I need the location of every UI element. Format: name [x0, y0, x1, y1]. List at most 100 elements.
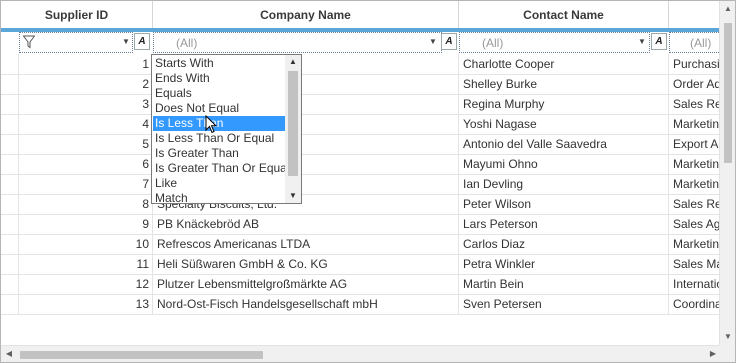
table-row[interactable]: 9PB Knäckebröd ABLars PetersonSales Agen…	[1, 214, 725, 235]
dropdown-option[interactable]: Does Not Equal	[153, 101, 285, 116]
chevron-up-icon[interactable]: ▲	[285, 55, 301, 69]
table-row[interactable]: 4 Yoshi NagaseMarketing Manager	[1, 114, 725, 135]
row-indicator[interactable]	[1, 254, 19, 274]
chevron-down-icon[interactable]: ▼	[121, 34, 131, 49]
company-name-cell[interactable]: Refrescos Americanas LTDA	[153, 234, 459, 254]
chevron-down-icon[interactable]: ▼	[637, 34, 647, 49]
row-indicator[interactable]	[1, 234, 19, 254]
table-row[interactable]: 5Cabras'Antonio del Valle SaavedraExport…	[1, 134, 725, 155]
contact-name-cell[interactable]: Carlos Diaz	[459, 234, 669, 254]
table-row[interactable]: 7 Ian DevlingMarketing Manager	[1, 174, 725, 195]
supplier-id-cell[interactable]: 8	[19, 194, 153, 214]
row-indicator[interactable]	[1, 214, 19, 234]
scroll-down-icon[interactable]: ▼	[720, 329, 735, 345]
supplier-id-cell[interactable]: 5	[19, 134, 153, 154]
header-supplier-id[interactable]: Supplier ID	[1, 1, 153, 29]
dropdown-option[interactable]: Starts With	[153, 56, 285, 71]
filter-operator-icon[interactable]: A	[134, 33, 150, 50]
supplier-id-cell[interactable]: 7	[19, 174, 153, 194]
supplier-id-cell[interactable]: 10	[19, 234, 153, 254]
dropdown-option[interactable]: Is Less Than	[153, 116, 285, 131]
dropdown-option[interactable]: Like	[153, 176, 285, 191]
company-name-cell[interactable]: Plutzer Lebensmittelgroßmärkte AG	[153, 274, 459, 294]
contact-title-cell[interactable]: Sales Representative	[669, 194, 725, 214]
contact-name-cell[interactable]: Shelley Burke	[459, 74, 669, 94]
contact-name-cell[interactable]: Yoshi Nagase	[459, 114, 669, 134]
supplier-id-cell[interactable]: 13	[19, 294, 153, 314]
table-row[interactable]: 6 Mayumi OhnoMarketing Representative	[1, 154, 725, 175]
table-row[interactable]: 13 Nord-Ost-Fisch Handelsgesellschaft mbH…	[1, 294, 725, 315]
contact-title-cell[interactable]: Export Administrator	[669, 134, 725, 154]
contact-name-filter-input[interactable]: (All)	[459, 32, 650, 53]
filter-operator-icon[interactable]: A	[441, 33, 457, 50]
supplier-id-cell[interactable]: 11	[19, 254, 153, 274]
contact-title-cell[interactable]: International Marketing Mgr.	[669, 274, 725, 294]
dropdown-option[interactable]: Is Greater Than Or Equal	[153, 161, 290, 176]
row-indicator[interactable]	[1, 154, 19, 174]
contact-name-cell[interactable]: Mayumi Ohno	[459, 154, 669, 174]
vertical-scroll-thumb[interactable]	[724, 23, 732, 163]
row-indicator[interactable]	[1, 294, 19, 314]
company-name-cell[interactable]: Nord-Ost-Fisch Handelsgesellschaft mbH	[153, 294, 459, 314]
vertical-scrollbar[interactable]: ▲ ▼	[719, 1, 735, 345]
row-indicator[interactable]	[1, 194, 19, 214]
supplier-id-cell[interactable]: 9	[19, 214, 153, 234]
contact-title-cell[interactable]: Marketing Manager	[669, 174, 725, 194]
horizontal-scroll-thumb[interactable]	[20, 351, 263, 359]
contact-name-cell[interactable]: Petra Winkler	[459, 254, 669, 274]
contact-name-cell[interactable]: Lars Peterson	[459, 214, 669, 234]
contact-title-cell[interactable]: Sales Manager	[669, 254, 725, 274]
contact-name-cell[interactable]: Charlotte Cooper	[459, 54, 669, 74]
contact-title-filter-input[interactable]: (All)	[669, 32, 725, 53]
supplier-id-cell[interactable]: 3	[19, 94, 153, 114]
contact-title-cell[interactable]: Marketing Manager	[669, 114, 725, 134]
contact-title-cell[interactable]: Coordinator Foreign Markets	[669, 294, 725, 314]
contact-name-cell[interactable]: Peter Wilson	[459, 194, 669, 214]
dropdown-option[interactable]: Is Greater Than	[153, 146, 285, 161]
supplier-id-cell[interactable]: 12	[19, 274, 153, 294]
supplier-id-cell[interactable]: 2	[19, 74, 153, 94]
contact-title-cell[interactable]: Sales Agent	[669, 214, 725, 234]
contact-name-cell[interactable]: Ian Devling	[459, 174, 669, 194]
supplier-id-cell[interactable]: 4	[19, 114, 153, 134]
row-indicator[interactable]	[1, 94, 19, 114]
row-indicator[interactable]	[1, 174, 19, 194]
table-row[interactable]: 3 Regina MurphySales Representative	[1, 94, 725, 115]
table-row[interactable]: 11 Heli Süßwaren GmbH & Co. KG Petra Winkl…	[1, 254, 725, 275]
contact-name-cell[interactable]: Regina Murphy	[459, 94, 669, 114]
horizontal-scrollbar[interactable]: ◀ ▶	[1, 345, 721, 362]
dropdown-scrollbar[interactable]: ▲ ▼	[285, 55, 301, 203]
table-row[interactable]: 2 Shelley BurkeOrder Administrator	[1, 74, 725, 95]
dropdown-option[interactable]: Ends With	[153, 71, 285, 86]
dropdown-option[interactable]: Is Less Than Or Equal	[153, 131, 285, 146]
scroll-left-icon[interactable]: ◀	[1, 346, 17, 362]
company-name-cell[interactable]: PB Knäckebröd AB	[153, 214, 459, 234]
scroll-up-icon[interactable]: ▲	[720, 1, 735, 17]
company-name-cell[interactable]: Heli Süßwaren GmbH & Co. KG	[153, 254, 459, 274]
row-indicator[interactable]	[1, 274, 19, 294]
table-row[interactable]: 8 Specialty Biscuits, Ltd. Peter Wilson Sal…	[1, 194, 725, 215]
supplier-id-filter-input[interactable]	[19, 32, 133, 53]
contact-name-cell[interactable]: Martin Bein	[459, 274, 669, 294]
row-indicator[interactable]	[1, 134, 19, 154]
contact-name-cell[interactable]: Antonio del Valle Saavedra	[459, 134, 669, 154]
header-contact-name[interactable]: Contact Name	[459, 1, 669, 29]
contact-title-cell[interactable]: Sales Representative	[669, 94, 725, 114]
contact-name-cell[interactable]: Sven Petersen	[459, 294, 669, 314]
row-indicator[interactable]	[1, 54, 19, 74]
row-indicator[interactable]	[1, 114, 19, 134]
chevron-down-icon[interactable]: ▼	[285, 189, 301, 203]
chevron-down-icon[interactable]: ▼	[428, 34, 438, 49]
table-row[interactable]: 12 Plutzer Lebensmittelgroßmärkte AG Marti…	[1, 274, 725, 295]
dropdown-option[interactable]: Match	[153, 191, 285, 203]
dropdown-option[interactable]: Equals	[153, 86, 285, 101]
contact-title-cell[interactable]: Order Administrator	[669, 74, 725, 94]
contact-title-cell[interactable]: Marketing Manager	[669, 234, 725, 254]
supplier-id-cell[interactable]: 1	[19, 54, 153, 74]
header-company-name[interactable]: Company Name	[153, 1, 459, 29]
dropdown-scroll-thumb[interactable]	[288, 71, 298, 176]
contact-title-cell[interactable]: Purchasing Manager	[669, 54, 725, 74]
supplier-id-cell[interactable]: 6	[19, 154, 153, 174]
contact-title-cell[interactable]: Marketing Representative	[669, 154, 725, 174]
row-indicator[interactable]	[1, 74, 19, 94]
